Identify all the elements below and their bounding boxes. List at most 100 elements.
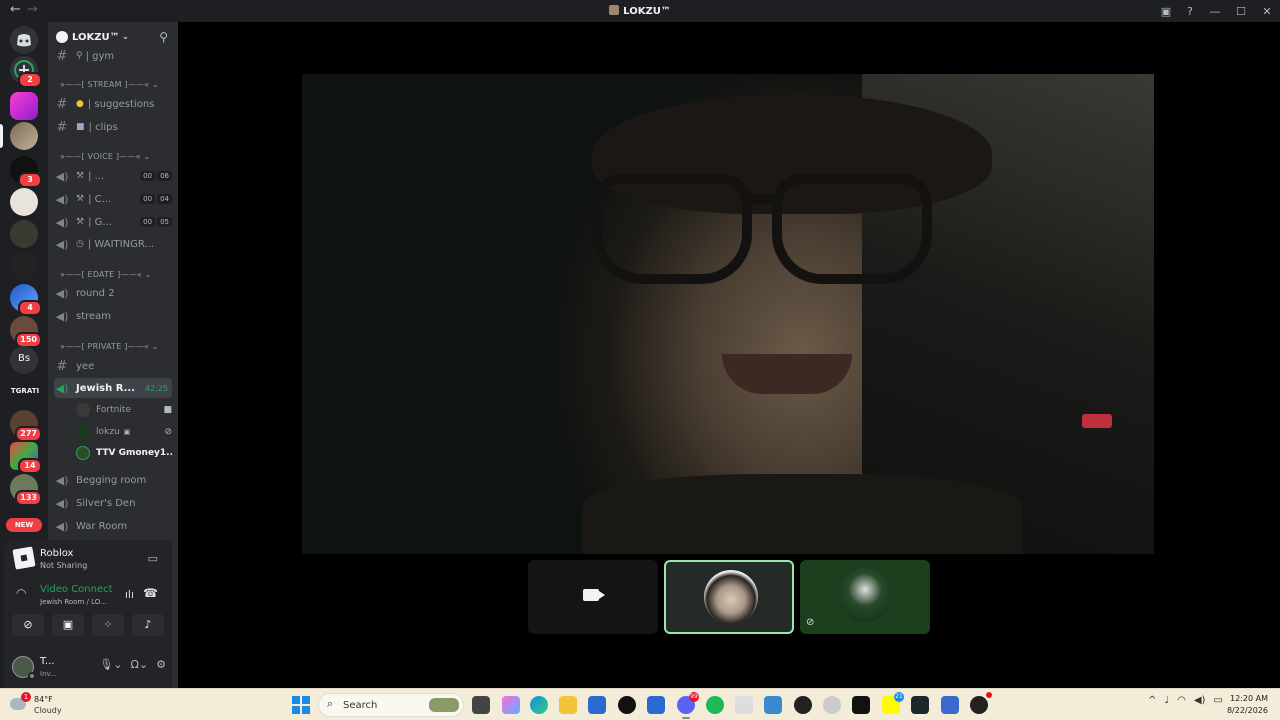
tiktok-icon[interactable] (618, 696, 636, 714)
settings-icon[interactable] (823, 696, 841, 714)
server-icon[interactable] (10, 188, 38, 216)
microphone-icon[interactable]: 🎙︎⌄ (99, 658, 122, 671)
taskbar-search[interactable]: ⌕ Search (318, 693, 464, 717)
discord-home-icon[interactable] (10, 26, 38, 54)
spotify-icon[interactable] (706, 696, 724, 714)
voice-channel-stream[interactable]: ◀) stream (54, 306, 172, 326)
soundboard-button[interactable]: ♪ (132, 614, 164, 636)
user-name[interactable]: T... (40, 656, 54, 667)
weather-widget[interactable]: 1 84°F Cloudy (10, 692, 70, 718)
voice-channel-2[interactable]: ◀) ⚒ | C... 00 04 (54, 189, 172, 209)
windows-start-icon[interactable] (292, 696, 310, 714)
category-stream[interactable]: »——[ STREAM ]——« ⌄ (60, 80, 159, 89)
terminal-icon[interactable] (911, 696, 929, 714)
server-icon-tgrati[interactable]: TGRATI (10, 378, 39, 406)
server-icon (609, 5, 620, 15)
mute-icon: ⊘ (806, 617, 815, 628)
voice-member-ttv[interactable]: TTV Gmoney1... (76, 443, 172, 463)
category-voice[interactable]: »——[ VOICE ]——« ⌄ (60, 152, 150, 161)
headphones-icon[interactable]: Ω⌄ (131, 658, 149, 671)
voice-channel-waiting[interactable]: ◀) ◷ | WAITINGR... (54, 234, 172, 254)
app-icon[interactable] (941, 696, 959, 714)
store-icon[interactable] (588, 696, 606, 714)
server-icon[interactable]: 150 (10, 316, 42, 348)
status-indicator (28, 672, 36, 680)
window-controls: ▣ ? — ☐ ✕ (1154, 0, 1280, 22)
voice-member-fortnite[interactable]: Fortnite ■ (76, 400, 172, 420)
voice-channel-silver[interactable]: ◀) Silver's Den (54, 493, 172, 513)
speaker-icon: ◀) (55, 169, 69, 183)
participant-tile-fortnite[interactable] (528, 560, 658, 634)
video-camera-icon (583, 589, 605, 601)
noise-suppression-icon[interactable]: ılı (125, 588, 134, 601)
category-edate[interactable]: »——[ EDATE ]——« ⌄ (60, 270, 152, 279)
category-private[interactable]: »——[ PRIVATE ]——« ⌄ (60, 342, 159, 351)
task-view-icon[interactable] (472, 696, 490, 714)
participant-tile-ttv[interactable]: ⊘ (800, 560, 930, 634)
window-titlebar: ←→ LOKZU™ ▣ ? — ☐ ✕ (0, 0, 1280, 22)
user-controls: 🎙︎⌄ Ω⌄ ⚙ (99, 658, 166, 671)
weather-badge: 1 (21, 692, 31, 702)
settings-gear-icon[interactable]: ⚙ (156, 658, 166, 671)
person-icon: ⚲ (76, 51, 83, 61)
battery-icon[interactable]: ▭ (1213, 695, 1222, 706)
activities-button[interactable]: ⁘ (92, 614, 124, 636)
server-icon-bs[interactable]: Bs (10, 346, 38, 374)
help-icon[interactable]: ? (1178, 5, 1202, 18)
connection-label[interactable]: Video Connecte (40, 584, 112, 595)
taskbar-clock[interactable]: 12:20 AM 8/22/2026 (1227, 693, 1268, 717)
app-icon[interactable] (970, 692, 992, 714)
connection-location[interactable]: Jewish Room / LO... (40, 598, 112, 606)
server-icon[interactable] (10, 92, 38, 120)
server-icon[interactable]: 277 (10, 410, 42, 442)
server-icon[interactable]: 133 (10, 474, 42, 506)
server-icon[interactable] (10, 252, 38, 280)
discord-taskbar-icon[interactable]: 99 (677, 692, 699, 719)
add-user-icon[interactable]: ⚲ (159, 30, 168, 44)
call-timer: 42:25 (144, 383, 168, 393)
outlook-icon[interactable] (764, 696, 782, 714)
camera-off-button[interactable]: ⊘ (12, 614, 44, 636)
channel-yee[interactable]: # yee (54, 356, 172, 376)
add-server-icon[interactable]: 2 (10, 56, 42, 88)
voice-channel-3[interactable]: ◀) ⚒ | G... 00 05 (54, 212, 172, 232)
voice-channel-1[interactable]: ◀) ⚒ | ... 00 06 (54, 166, 172, 186)
wifi-icon[interactable]: ◠ (1177, 695, 1186, 706)
server-icon[interactable]: 14 (10, 442, 42, 474)
voice-channel-round2[interactable]: ◀) round 2 (54, 283, 172, 303)
server-icon[interactable]: 3 (10, 156, 42, 188)
maximize-button[interactable]: ☐ (1228, 5, 1254, 18)
server-icon[interactable] (10, 122, 38, 150)
file-explorer-icon[interactable] (559, 696, 577, 714)
app-icon[interactable] (735, 696, 753, 714)
copilot-icon[interactable] (502, 696, 520, 714)
inbox-icon[interactable]: ▣ (1154, 5, 1178, 18)
speaker-icon: ◀) (55, 215, 69, 229)
chevron-up-icon[interactable]: ^ (1148, 695, 1156, 706)
screen-share-button[interactable]: ▣ (52, 614, 84, 636)
close-button[interactable]: ✕ (1254, 5, 1280, 18)
voice-channel-active[interactable]: ◀) Jewish R... 42:25 (54, 378, 172, 398)
participant-tile-lokzu[interactable] (664, 560, 794, 634)
minimize-button[interactable]: — (1202, 5, 1228, 18)
share-screen-icon[interactable]: ▭ (148, 552, 158, 565)
app-icon[interactable] (647, 696, 665, 714)
snapchat-icon[interactable]: 21 (882, 692, 904, 714)
channel-clips[interactable]: # ■ | clips (54, 117, 172, 137)
voice-channel-war[interactable]: ◀) War Room (54, 516, 172, 536)
speaker-icon: ◀) (55, 192, 69, 206)
focused-video-stream[interactable] (302, 74, 1154, 554)
microphone-icon[interactable]: ♩ (1164, 695, 1169, 706)
lightbulb-icon: ● (76, 99, 84, 109)
channel-gym[interactable]: # ⚲ | gym (54, 46, 172, 66)
server-icon[interactable] (10, 220, 38, 248)
obs-icon[interactable] (794, 696, 812, 714)
edge-icon[interactable] (530, 696, 548, 714)
volume-icon[interactable]: ◀) (1194, 695, 1206, 706)
voice-member-lokzu[interactable]: lokzu ▣ ⊘ (76, 422, 172, 442)
voice-channel-begging[interactable]: ◀) Begging room (54, 470, 172, 490)
tiktok-icon[interactable] (852, 696, 870, 714)
channel-suggestions[interactable]: # ● | suggestions (54, 94, 172, 114)
disconnect-icon[interactable]: ☎ (143, 586, 158, 600)
server-icon[interactable]: 4 (10, 284, 42, 316)
